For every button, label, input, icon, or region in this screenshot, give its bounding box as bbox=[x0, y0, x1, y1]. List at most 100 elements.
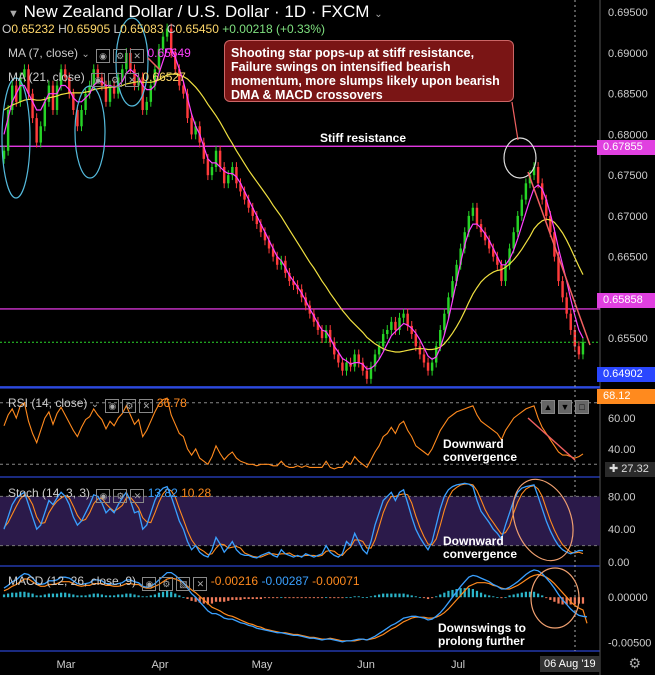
change-value: +0.00218 (+0.33%) bbox=[222, 22, 326, 36]
candle-body bbox=[365, 370, 369, 379]
macd-tick-label: -0.00500 bbox=[608, 638, 651, 650]
macd-histogram-bar bbox=[72, 594, 75, 598]
eye-icon[interactable]: ◉ bbox=[142, 577, 157, 591]
candle-body bbox=[345, 362, 348, 371]
macd-legend[interactable]: MACD (12, 26, close, 9) ◉ ⚙ ▧ ✕ -0.00216 -0… bbox=[8, 574, 360, 591]
macd-histogram-bar bbox=[96, 593, 99, 598]
move-up-icon[interactable]: ▲ bbox=[541, 400, 555, 414]
price-tick-label: 0.69000 bbox=[608, 48, 648, 60]
macd-histogram-bar bbox=[239, 597, 242, 600]
candle-body bbox=[357, 354, 360, 363]
settings-icon[interactable]: ⚙ bbox=[122, 399, 137, 413]
close-value: 0.65450 bbox=[175, 22, 219, 36]
macd-histogram-bar bbox=[353, 596, 356, 598]
settings-icon[interactable]: ⚙ bbox=[113, 489, 128, 503]
candle-body bbox=[31, 93, 34, 119]
price-tick-label: 0.68500 bbox=[608, 89, 648, 101]
date-tag: 06 Aug '19 bbox=[540, 656, 600, 672]
macd-histogram-bar bbox=[333, 597, 336, 599]
macd-histogram-bar bbox=[406, 594, 409, 598]
ma21-value: 0.66527 bbox=[142, 70, 186, 84]
chevron-down-icon[interactable]: ⌄ bbox=[374, 9, 382, 20]
close-icon[interactable]: ✕ bbox=[193, 577, 208, 591]
candle-body bbox=[581, 342, 585, 355]
settings-icon[interactable]: ⚙ bbox=[108, 73, 123, 87]
macd-histogram-bar bbox=[329, 597, 332, 599]
macd-histogram-bar bbox=[259, 597, 263, 600]
macd-histogram-bar bbox=[280, 597, 283, 599]
maximize-icon[interactable]: □ bbox=[575, 400, 589, 414]
macd-histogram-bar bbox=[541, 595, 544, 598]
rsi-legend[interactable]: RSI (14, close) ⌄ ◉ ⚙ ✕ 36.78 bbox=[8, 396, 187, 413]
macd-histogram-bar bbox=[190, 597, 193, 601]
eye-icon[interactable]: ◉ bbox=[105, 399, 120, 413]
stoch-legend[interactable]: Stoch (14, 3, 3) ◉ ⚙ ✕ 13.82 10.28 bbox=[8, 486, 211, 503]
macd-histogram-bar bbox=[573, 597, 576, 605]
macd-histogram-bar bbox=[316, 597, 320, 599]
macd-histogram-bar bbox=[267, 597, 271, 599]
macd-histogram-bar bbox=[231, 597, 234, 600]
eye-icon[interactable]: ◉ bbox=[96, 49, 111, 63]
collapse-chevron-icon[interactable]: ▼ bbox=[8, 8, 19, 20]
crosshair-icon[interactable]: ✚ bbox=[609, 463, 618, 475]
macd-histogram-bar bbox=[170, 591, 173, 598]
macd-histogram-bar bbox=[382, 593, 385, 598]
resistance-price-tag: 0.67855 bbox=[597, 140, 655, 155]
eye-icon[interactable]: ◉ bbox=[91, 73, 106, 87]
move-down-icon[interactable]: ▼ bbox=[558, 400, 572, 414]
macd-histogram-bar bbox=[59, 592, 63, 598]
candle-body bbox=[577, 346, 581, 355]
macd-histogram-bar bbox=[129, 593, 132, 598]
macd-histogram-bar bbox=[312, 597, 316, 599]
macd-histogram-bar bbox=[549, 597, 552, 600]
macd-histogram-bar bbox=[361, 597, 364, 599]
macd-histogram-bar bbox=[488, 595, 491, 598]
analysis-callout: Shooting star pops-up at stiff resistanc… bbox=[224, 40, 514, 102]
macd-histogram-bar bbox=[157, 592, 161, 598]
close-icon[interactable]: ✕ bbox=[125, 73, 140, 87]
candle-body bbox=[320, 329, 324, 339]
macd-histogram-bar bbox=[345, 597, 348, 599]
macd-histogram-bar bbox=[2, 594, 6, 598]
macd-histogram-bar bbox=[19, 591, 22, 598]
ma7-legend[interactable]: MA (7, close) ⌄ ◉ ⚙ ✕ 0.65649 bbox=[8, 46, 191, 63]
macd-histogram-bar bbox=[320, 597, 324, 599]
ma21-legend[interactable]: MA (21, close) ◉ ⚙ ✕ 0.66527 bbox=[8, 70, 186, 87]
macd-histogram-bar bbox=[182, 597, 185, 599]
macd-histogram-bar bbox=[337, 597, 340, 599]
macd-histogram-bar bbox=[121, 594, 124, 598]
close-icon[interactable]: ✕ bbox=[130, 49, 145, 63]
macd-histogram-bar bbox=[235, 597, 238, 600]
macd-histogram-bar bbox=[292, 597, 295, 599]
settings-icon[interactable]: ⚙ bbox=[159, 577, 174, 591]
candle-body bbox=[536, 167, 540, 184]
macd-histogram-bar bbox=[223, 597, 226, 602]
settings-gear-icon[interactable]: ⚙ bbox=[628, 655, 641, 672]
lock-icon[interactable]: ▧ bbox=[176, 577, 191, 591]
macd-histogram-bar bbox=[263, 597, 267, 599]
rsi-note: Downward convergence bbox=[443, 437, 518, 464]
macd-histogram-bar bbox=[524, 591, 528, 598]
macd-histogram-bar bbox=[104, 595, 108, 598]
macd-line-value: -0.00287 bbox=[261, 574, 309, 588]
macd-histogram-bar bbox=[471, 589, 475, 598]
resistance-label: Stiff resistance bbox=[320, 131, 407, 145]
eye-icon[interactable]: ◉ bbox=[96, 489, 111, 503]
macd-histogram-bar bbox=[435, 596, 438, 598]
macd-histogram-bar bbox=[271, 597, 275, 599]
candle-body bbox=[394, 321, 397, 330]
candle-body bbox=[426, 362, 430, 371]
macd-histogram-bar bbox=[467, 588, 470, 598]
close-icon[interactable]: ✕ bbox=[139, 399, 154, 413]
settings-icon[interactable]: ⚙ bbox=[113, 49, 128, 63]
close-icon[interactable]: ✕ bbox=[130, 489, 145, 503]
macd-histogram-bar bbox=[373, 595, 377, 598]
macd-histogram-bar bbox=[492, 596, 495, 598]
chart-title: ▼ New Zealand Dollar / U.S. Dollar · 1D … bbox=[8, 2, 383, 21]
macd-histogram-bar bbox=[447, 590, 450, 598]
candle-body bbox=[39, 126, 42, 143]
macd-histogram-bar bbox=[349, 597, 352, 599]
timeframe[interactable]: 1D bbox=[284, 2, 306, 21]
macd-histogram-bar bbox=[153, 594, 157, 598]
pane-controls[interactable]: ▲ ▼ □ bbox=[538, 397, 589, 414]
